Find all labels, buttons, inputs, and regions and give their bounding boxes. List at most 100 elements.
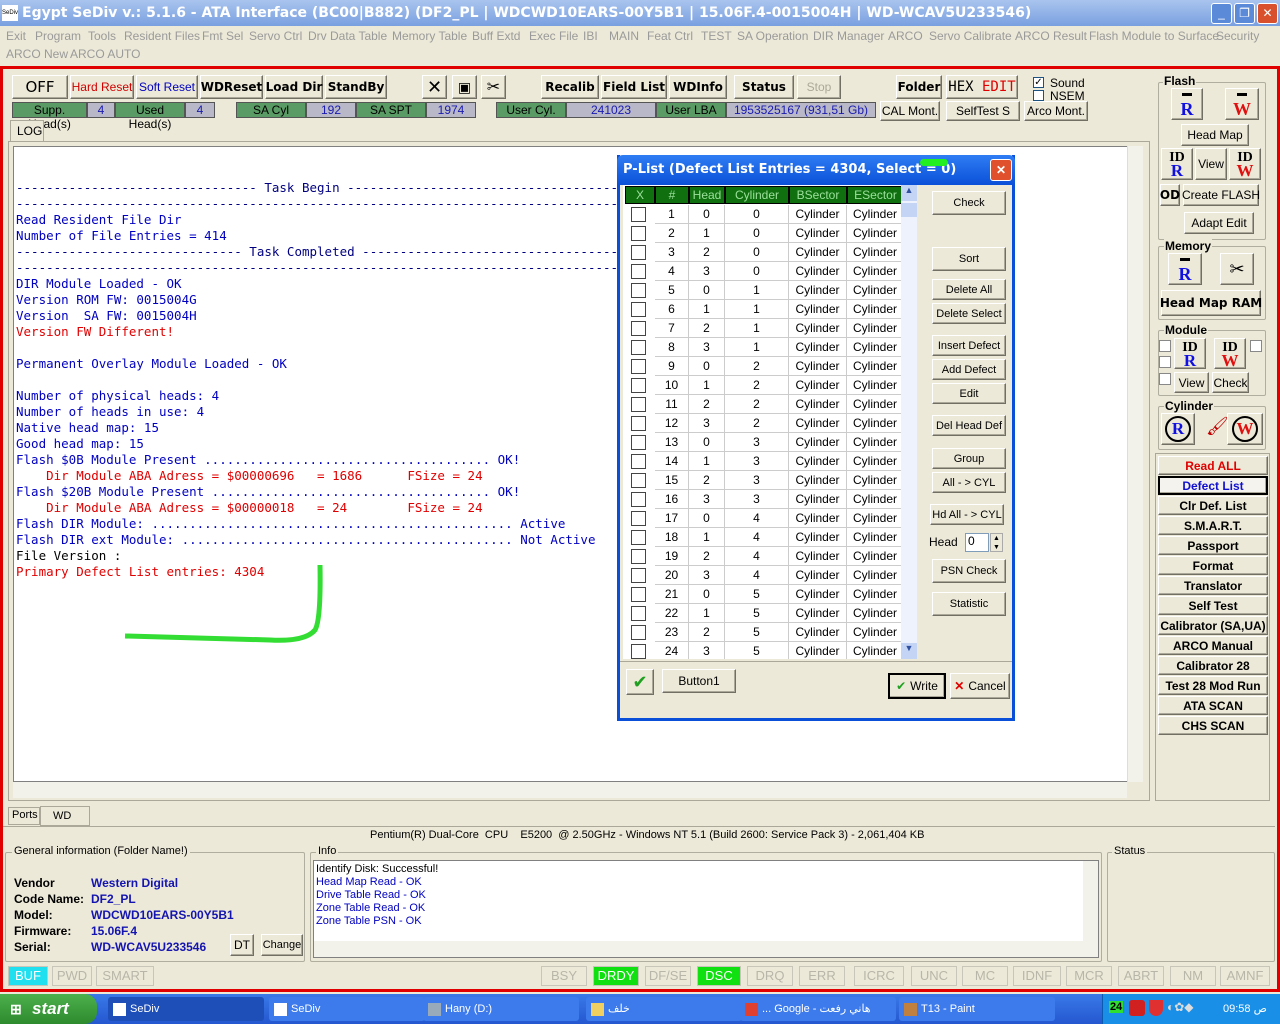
cancel-x-icon[interactable]: ✕ — [422, 75, 447, 99]
od-button[interactable]: OD — [1160, 184, 1180, 206]
button1[interactable]: Button1 — [662, 669, 736, 693]
row-checkbox[interactable] — [631, 568, 646, 583]
dialog-close-button[interactable]: ✕ — [990, 159, 1012, 181]
dialog-button-insert-defect[interactable]: Insert Defect — [932, 335, 1006, 356]
right-button-self-test[interactable]: Self Test — [1158, 596, 1268, 615]
table-row[interactable]: 2 1 0 Cylinder Cylinder — [623, 224, 904, 243]
row-checkbox[interactable] — [631, 606, 646, 621]
right-button-passport[interactable]: Passport — [1158, 536, 1268, 555]
row-checkbox[interactable] — [631, 416, 646, 431]
table-row[interactable]: 14 1 3 Cylinder Cylinder — [623, 452, 904, 471]
right-button-clr-def-list[interactable]: Clr Def. List — [1158, 496, 1268, 515]
status-button[interactable]: Status — [734, 75, 794, 99]
tools-icon[interactable]: ✂ — [481, 75, 506, 99]
row-checkbox[interactable] — [631, 492, 646, 507]
cylinder-read-button[interactable]: R — [1161, 413, 1195, 445]
flash-write-chip-icon[interactable]: ▬ W — [1225, 88, 1259, 120]
table-row[interactable]: 20 3 4 Cylinder Cylinder — [623, 566, 904, 585]
create-flash-button[interactable]: Create FLASH — [1182, 184, 1260, 206]
table-row[interactable]: 4 3 0 Cylinder Cylinder — [623, 262, 904, 281]
ok-check-button[interactable]: ✔ — [626, 669, 654, 695]
module-id-write-button[interactable]: ID W — [1214, 338, 1246, 369]
dialog-button-delete-select[interactable]: Delete Select — [932, 303, 1006, 324]
memory-tools-icon[interactable]: ✂ — [1220, 253, 1254, 285]
change-button[interactable]: Change — [261, 934, 303, 956]
menu-item[interactable]: Servo Ctrl — [249, 29, 302, 43]
cylinder-write-button[interactable]: W — [1227, 413, 1263, 445]
dialog-button-del-head-def[interactable]: Del Head Def — [932, 415, 1006, 436]
memory-read-chip-icon[interactable]: ▬ R — [1168, 253, 1202, 285]
row-checkbox[interactable] — [631, 264, 646, 279]
row-checkbox[interactable] — [631, 625, 646, 640]
table-row[interactable]: 5 0 1 Cylinder Cylinder — [623, 281, 904, 300]
standby-button[interactable]: StandBy — [325, 75, 387, 99]
table-row[interactable]: 23 2 5 Cylinder Cylinder — [623, 623, 904, 642]
column-header[interactable]: Cylinder — [725, 186, 789, 204]
menu-item[interactable]: Memory Table — [392, 29, 467, 43]
table-row[interactable]: 16 3 3 Cylinder Cylinder — [623, 490, 904, 509]
head-input[interactable]: 0 — [965, 533, 989, 552]
column-header[interactable]: ESector — [847, 186, 904, 204]
menu-item[interactable]: ARCO New — [6, 47, 68, 61]
column-header[interactable]: X — [625, 186, 655, 204]
right-button-ata-scan[interactable]: ATA SCAN — [1158, 696, 1268, 715]
menu-item[interactable]: Drv Data Table — [308, 29, 387, 43]
acrobat-icon[interactable] — [1129, 1000, 1145, 1016]
row-checkbox[interactable] — [631, 340, 646, 355]
menu-item[interactable]: MAIN — [609, 29, 639, 43]
log-hscrollbar[interactable] — [13, 782, 1127, 798]
cal-mont-button[interactable]: CAL Mont. — [880, 101, 940, 121]
tab-ports[interactable]: Ports — [8, 807, 40, 825]
dialog-button-edit[interactable]: Edit — [932, 383, 1006, 404]
column-header[interactable]: Head — [689, 186, 725, 204]
row-checkbox[interactable] — [631, 530, 646, 545]
menu-item[interactable]: SA Operation — [737, 29, 808, 43]
head-map-ram-button[interactable]: Head Map RAM — [1160, 290, 1262, 316]
head-map-button[interactable]: Head Map — [1181, 124, 1249, 146]
taskbar-item[interactable]: T13 - Paint — [899, 997, 1055, 1021]
table-vscrollbar[interactable]: ▲ ▼ — [901, 185, 917, 659]
module-check-button[interactable]: Check — [1212, 372, 1249, 393]
module-checkbox[interactable] — [1159, 356, 1171, 368]
right-button-calibrator-28[interactable]: Calibrator 28 — [1158, 656, 1268, 675]
row-checkbox[interactable] — [631, 435, 646, 450]
menu-item[interactable]: Fmt Sel — [202, 29, 243, 43]
load-dir-button[interactable]: Load Dir — [265, 75, 323, 99]
right-button-translator[interactable]: Translator — [1158, 576, 1268, 595]
cancel-button[interactable]: ✕ Cancel — [950, 673, 1010, 699]
dialog-button-psn-check[interactable]: PSN Check — [932, 559, 1006, 583]
row-checkbox[interactable] — [631, 549, 646, 564]
row-checkbox[interactable] — [631, 397, 646, 412]
table-row[interactable]: 24 3 5 Cylinder Cylinder — [623, 642, 904, 659]
row-checkbox[interactable] — [631, 378, 646, 393]
write-button[interactable]: ✔ Write — [888, 673, 946, 699]
log-vscrollbar[interactable] — [1127, 146, 1143, 782]
arco-mont-button[interactable]: Arco Mont. — [1024, 101, 1088, 121]
table-row[interactable]: 13 0 3 Cylinder Cylinder — [623, 433, 904, 452]
column-header[interactable]: # — [655, 186, 689, 204]
wdreset-button[interactable]: WDReset — [200, 75, 263, 99]
row-checkbox[interactable] — [631, 283, 646, 298]
right-button-arco-manual[interactable]: ARCO Manual — [1158, 636, 1268, 655]
table-row[interactable]: 9 0 2 Cylinder Cylinder — [623, 357, 904, 376]
row-checkbox[interactable] — [631, 359, 646, 374]
menu-item[interactable]: Program — [35, 29, 81, 43]
table-row[interactable]: 1 0 0 Cylinder Cylinder — [623, 205, 904, 224]
head-spinner[interactable]: ▲ ▼ — [990, 533, 1003, 552]
tab-log[interactable]: LOG — [10, 120, 44, 142]
dialog-button-statistic[interactable]: Statistic — [932, 592, 1006, 616]
nsem-checkbox[interactable] — [1033, 90, 1044, 101]
menu-item[interactable]: TEST — [701, 29, 732, 43]
table-row[interactable]: 3 2 0 Cylinder Cylinder — [623, 243, 904, 262]
menu-item[interactable]: Buff Extd — [472, 29, 520, 43]
row-checkbox[interactable] — [631, 245, 646, 260]
recalib-button[interactable]: Recalib — [541, 75, 599, 99]
dialog-button-group[interactable]: Group — [932, 448, 1006, 469]
hex-edit-button[interactable]: HEX EDIT — [946, 75, 1018, 99]
table-row[interactable]: 17 0 4 Cylinder Cylinder — [623, 509, 904, 528]
minimize-button[interactable]: _ — [1211, 3, 1232, 24]
right-button-format[interactable]: Format — [1158, 556, 1268, 575]
restore-button[interactable]: ❐ — [1234, 3, 1255, 24]
dialog-button-sort[interactable]: Sort — [932, 247, 1006, 271]
sound-checkbox[interactable]: ✓ — [1033, 77, 1044, 88]
